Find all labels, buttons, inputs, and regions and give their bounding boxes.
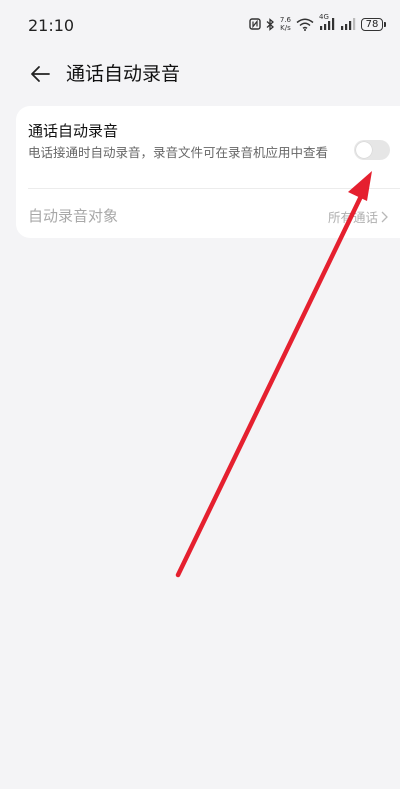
status-icons: 7.6 K/s 4G 78 bbox=[249, 13, 386, 34]
nfc-icon bbox=[249, 18, 261, 30]
chevron-right-icon bbox=[381, 211, 388, 222]
signal-icon-secondary bbox=[340, 18, 356, 30]
status-time: 21:10 bbox=[28, 16, 75, 35]
auto-record-title: 通话自动录音 bbox=[28, 122, 119, 140]
bluetooth-icon bbox=[266, 17, 275, 31]
settings-card: 通话自动录音 电话接通时自动录音，录音文件可在录音机应用中查看 自动录音对象 所… bbox=[16, 106, 400, 238]
page-header: 通话自动录音 bbox=[0, 52, 400, 96]
battery-level: 78 bbox=[361, 17, 383, 31]
auto-record-toggle[interactable] bbox=[354, 140, 390, 160]
record-target-value-group: 所有通话 bbox=[328, 207, 388, 226]
battery-icon: 78 bbox=[361, 17, 386, 31]
annotation-arrow-shaft bbox=[175, 185, 368, 578]
wifi-icon bbox=[296, 18, 314, 31]
record-target-row[interactable]: 自动录音对象 所有通话 bbox=[16, 190, 400, 238]
record-target-label: 自动录音对象 bbox=[28, 207, 119, 225]
record-target-value: 所有通话 bbox=[327, 210, 378, 225]
signal-icon: 4G bbox=[319, 13, 335, 30]
battery-tip bbox=[384, 21, 386, 27]
net-speed-value: 7.6 bbox=[279, 16, 291, 24]
back-button[interactable] bbox=[26, 61, 54, 87]
divider bbox=[28, 188, 400, 189]
page-title: 通话自动录音 bbox=[66, 63, 181, 85]
toggle-knob bbox=[356, 142, 372, 158]
net-speed: 7.6 K/s bbox=[280, 16, 291, 32]
status-bar: 21:10 7.6 K/s 4G 78 bbox=[0, 0, 400, 50]
auto-record-row: 通话自动录音 电话接通时自动录音，录音文件可在录音机应用中查看 bbox=[16, 106, 400, 188]
network-type: 4G bbox=[319, 13, 329, 21]
net-speed-unit: K/s bbox=[280, 24, 291, 32]
arrow-left-icon bbox=[31, 66, 50, 82]
auto-record-description: 电话接通时自动录音，录音文件可在录音机应用中查看 bbox=[28, 145, 329, 160]
